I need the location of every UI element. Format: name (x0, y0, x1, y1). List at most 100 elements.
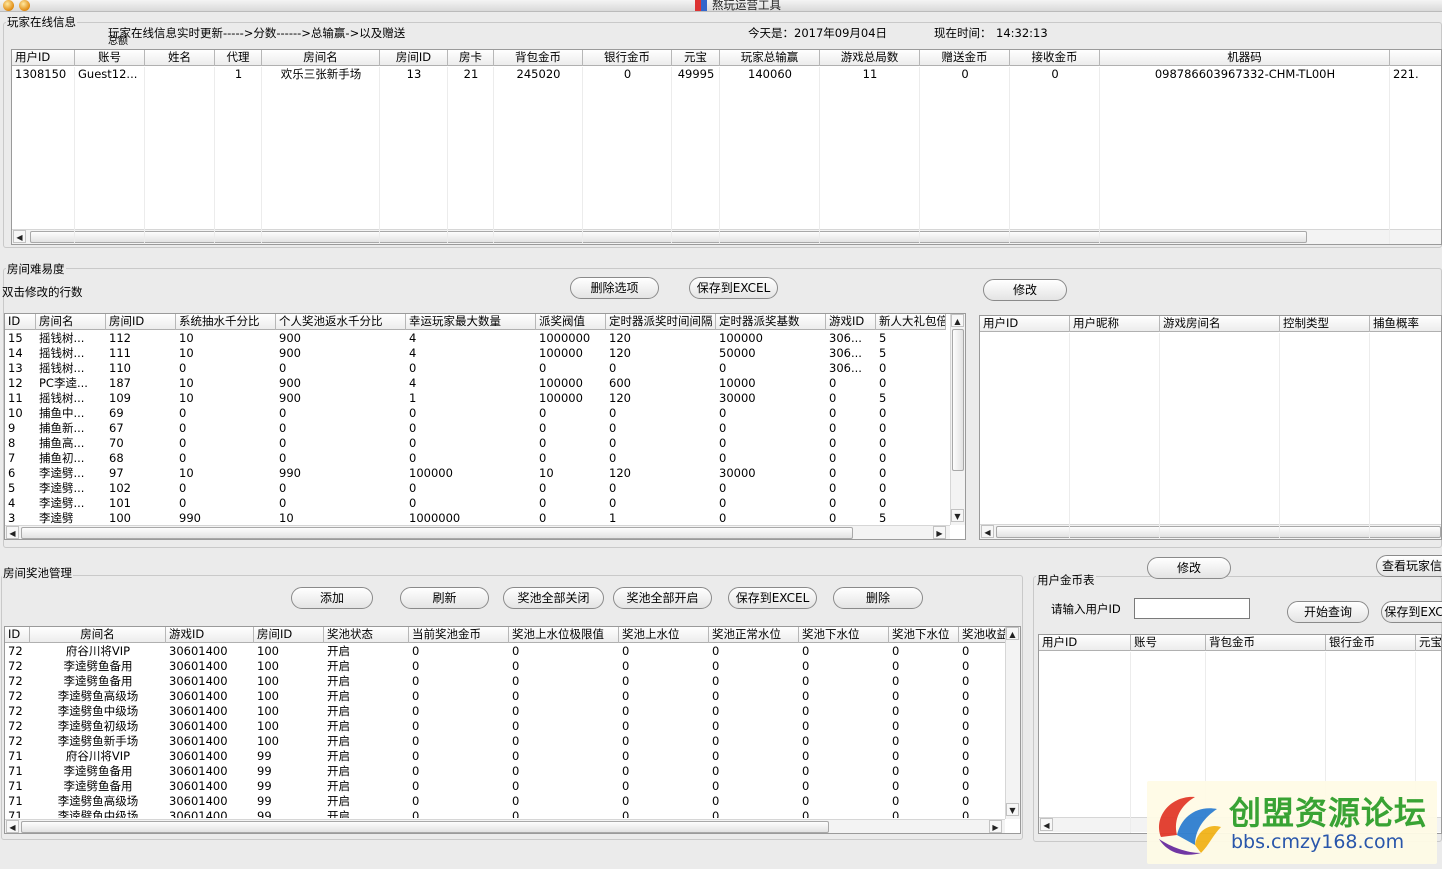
minimize-window-icon[interactable] (19, 0, 30, 11)
column-header[interactable]: 房间ID (380, 50, 448, 66)
table-row[interactable]: 9 捕鱼新... 67 0 0 0 0 0 0 0 0 (5, 421, 946, 436)
column-header[interactable]: 个人奖池返水千分比 (276, 314, 406, 330)
room-pool-table[interactable]: ID 房间名 游戏ID 房间ID 奖池状态 当前奖池金币 奖池上水位极限值 奖池上水位 奖池正常… (4, 626, 1021, 834)
column-header[interactable]: 奖池下水位 (889, 627, 959, 643)
column-header[interactable]: ID (5, 627, 30, 643)
scroll-left-arrow-icon[interactable]: ◀ (981, 525, 994, 538)
pool-hscroll-thumb[interactable] (21, 821, 829, 833)
add-pool-button[interactable]: 添加 (291, 587, 373, 609)
column-header[interactable]: 游戏房间名 (1160, 316, 1280, 332)
column-header[interactable]: 银行金币 (583, 50, 672, 66)
table-row[interactable]: 6 李逵劈... 97 10 990 100000 10 120 30000 0 0 (5, 466, 946, 481)
column-header[interactable]: 房间名 (36, 314, 106, 330)
open-all-pools-button[interactable]: 奖池全部开启 (613, 587, 712, 609)
table-row[interactable]: 71 李逵劈鱼备用 30601400 99 开启 0 0 0 0 0 0 0 (5, 779, 1009, 794)
online-players-table[interactable]: 用户ID 账号 姓名 代理 房间名 房间ID 房卡 背包金币 银行金币 元宝 玩家总输赢 游戏总局数赠… (11, 49, 1442, 245)
user-id-input[interactable] (1134, 598, 1250, 619)
table-row[interactable]: 72 府谷川将VIP 30601400 100 开启 0 0 0 0 0 0 0 (5, 644, 1009, 659)
column-header[interactable]: 银行金币 (1326, 635, 1416, 651)
column-header[interactable]: 游戏总局数 (820, 50, 920, 66)
column-header[interactable]: 房间名 (262, 50, 380, 66)
table-row[interactable]: 71 李逵劈鱼中级场 30601400 99 开启 0 0 0 0 0 0 0 (5, 809, 1009, 818)
online-hscrollbar[interactable]: ◀ (12, 229, 1441, 244)
delete-pool-button[interactable]: 删除 (833, 587, 923, 609)
table-row[interactable]: 71 李逵劈鱼备用 30601400 99 开启 0 0 0 0 0 0 0 (5, 764, 1009, 779)
save-user-gold-excel-button[interactable]: 保存到EXC (1381, 601, 1442, 623)
column-header[interactable]: 奖池收益 (959, 627, 1009, 643)
column-header[interactable]: 赠送金币 (920, 50, 1010, 66)
column-header[interactable]: ID (5, 314, 36, 330)
pool-vscrollbar[interactable]: ▲ ▼ (1005, 627, 1020, 819)
scroll-right-arrow-icon[interactable]: ▶ (933, 526, 946, 539)
table-row[interactable]: 13 摇钱树... 110 0 0 0 0 0 0 306... 0 (5, 361, 946, 376)
table-row[interactable]: 12 PC李逵... 187 10 900 4 100000 600 10000 0 0 (5, 376, 946, 391)
column-header[interactable]: 背包金币 (494, 50, 583, 66)
column-header[interactable]: 奖池正常水位 (709, 627, 799, 643)
refresh-pool-button[interactable]: 刷新 (400, 587, 489, 609)
column-header[interactable]: 游戏ID (826, 314, 876, 330)
control-hscroll-thumb[interactable] (996, 526, 1441, 538)
column-header[interactable]: 用户昵称 (1070, 316, 1160, 332)
scroll-up-arrow-icon[interactable]: ▲ (951, 314, 964, 327)
column-header[interactable]: 房间名 (30, 627, 166, 643)
column-header[interactable]: 机器码 (1100, 50, 1390, 66)
column-header[interactable]: 房间ID (254, 627, 324, 643)
column-header[interactable]: 奖池状态 (324, 627, 409, 643)
table-row[interactable]: 4 李逵劈... 101 0 0 0 0 0 0 0 0 (5, 496, 946, 511)
table-row[interactable]: 72 李逵劈鱼初级场 30601400 100 开启 0 0 0 0 0 0 0 (5, 719, 1009, 734)
scroll-up-arrow-icon[interactable]: ▲ (1006, 627, 1019, 640)
table-row[interactable]: 11 摇钱树... 109 10 900 1 100000 120 30000 0 5 (5, 391, 946, 406)
column-header[interactable]: 系统抽水千分比 (176, 314, 276, 330)
column-header[interactable]: 新人大礼包倍 (876, 314, 946, 330)
close-all-pools-button[interactable]: 奖池全部关闭 (503, 587, 604, 609)
save-pool-excel-button[interactable]: 保存到EXCEL (728, 587, 817, 609)
column-header[interactable]: 游戏ID (166, 627, 254, 643)
table-row[interactable]: 72 李逵劈鱼高级场 30601400 100 开启 0 0 0 0 0 0 0 (5, 689, 1009, 704)
column-header[interactable]: 用户ID (12, 50, 75, 66)
scroll-left-arrow-icon[interactable]: ◀ (1040, 818, 1053, 831)
control-table[interactable]: 用户ID 用户昵称 游戏房间名 控制类型 捕鱼概率 ◀ (979, 315, 1442, 540)
column-header[interactable]: 幸运玩家最大数量 (406, 314, 536, 330)
column-header[interactable]: 当前奖池金币 (409, 627, 509, 643)
column-header[interactable]: 代理 (215, 50, 262, 66)
table-row[interactable]: 10 捕鱼中... 69 0 0 0 0 0 0 0 0 (5, 406, 946, 421)
table-row[interactable]: 1308150 Guest12... 1 欢乐三张新手场 13 21 245020 0 4999… (12, 67, 1441, 82)
column-header[interactable]: 奖池上水位 (619, 627, 709, 643)
table-row[interactable]: 72 李逵劈鱼备用 30601400 100 开启 0 0 0 0 0 0 0 (5, 674, 1009, 689)
save-difficulty-excel-button[interactable]: 保存到EXCEL (689, 277, 778, 299)
delete-option-button[interactable]: 删除选项 (570, 277, 659, 299)
table-row[interactable]: 14 摇钱树... 111 10 900 4 100000 120 50000 306... 5 (5, 346, 946, 361)
column-header[interactable]: 背包金币 (1206, 635, 1326, 651)
scroll-down-arrow-icon[interactable]: ▼ (951, 509, 964, 522)
scroll-left-arrow-icon[interactable]: ◀ (13, 230, 26, 243)
table-row[interactable]: 71 李逵劈鱼高级场 30601400 99 开启 0 0 0 0 0 0 0 (5, 794, 1009, 809)
column-header[interactable]: 奖池上水位极限值 (509, 627, 619, 643)
view-player-info-button[interactable]: 查看玩家信 (1376, 555, 1442, 577)
modify-user-gold-button[interactable]: 修改 (1147, 557, 1231, 579)
difficulty-vscroll-thumb[interactable] (952, 329, 964, 471)
room-difficulty-table[interactable]: ID 房间名 房间ID 系统抽水千分比 个人奖池返水千分比 幸运玩家最大数量 派奖阀值 定时器… (4, 313, 966, 540)
table-row[interactable]: 3 李逵劈 100 990 10 1000000 0 1 0 0 5 (5, 511, 946, 525)
scroll-right-arrow-icon[interactable]: ▶ (989, 820, 1002, 833)
difficulty-hscrollbar[interactable]: ◀ ▶ (5, 525, 950, 539)
table-row[interactable]: 7 捕鱼初... 68 0 0 0 0 0 0 0 0 (5, 451, 946, 466)
column-header[interactable]: 派奖阀值 (536, 314, 606, 330)
column-header[interactable]: 房卡 (448, 50, 494, 66)
table-row[interactable]: 72 李逵劈鱼备用 30601400 100 开启 0 0 0 0 0 0 0 (5, 659, 1009, 674)
scroll-left-arrow-icon[interactable]: ◀ (6, 526, 19, 539)
close-window-icon[interactable] (3, 0, 14, 11)
table-row[interactable]: 8 捕鱼高... 70 0 0 0 0 0 0 0 0 (5, 436, 946, 451)
online-hscroll-thumb[interactable] (30, 231, 1307, 243)
scroll-left-arrow-icon[interactable]: ◀ (6, 820, 19, 833)
column-header[interactable]: 玩家总输赢 (720, 50, 820, 66)
start-query-button[interactable]: 开始查询 (1287, 601, 1369, 623)
modify-control-button[interactable]: 修改 (983, 279, 1067, 301)
column-header[interactable]: 用户ID (1039, 635, 1131, 651)
table-row[interactable]: 72 李逵劈鱼中级场 30601400 100 开启 0 0 0 0 0 0 0 (5, 704, 1009, 719)
column-header[interactable]: 捕鱼概率 (1370, 316, 1441, 332)
pool-hscrollbar[interactable]: ◀ ▶ (5, 819, 1005, 833)
column-header[interactable]: 定时器派奖时间间隔 (606, 314, 716, 330)
column-header[interactable]: 账号 (75, 50, 145, 66)
table-row[interactable]: 71 府谷川将VIP 30601400 99 开启 0 0 0 0 0 0 0 (5, 749, 1009, 764)
table-row[interactable]: 5 李逵劈... 102 0 0 0 0 0 0 0 0 (5, 481, 946, 496)
